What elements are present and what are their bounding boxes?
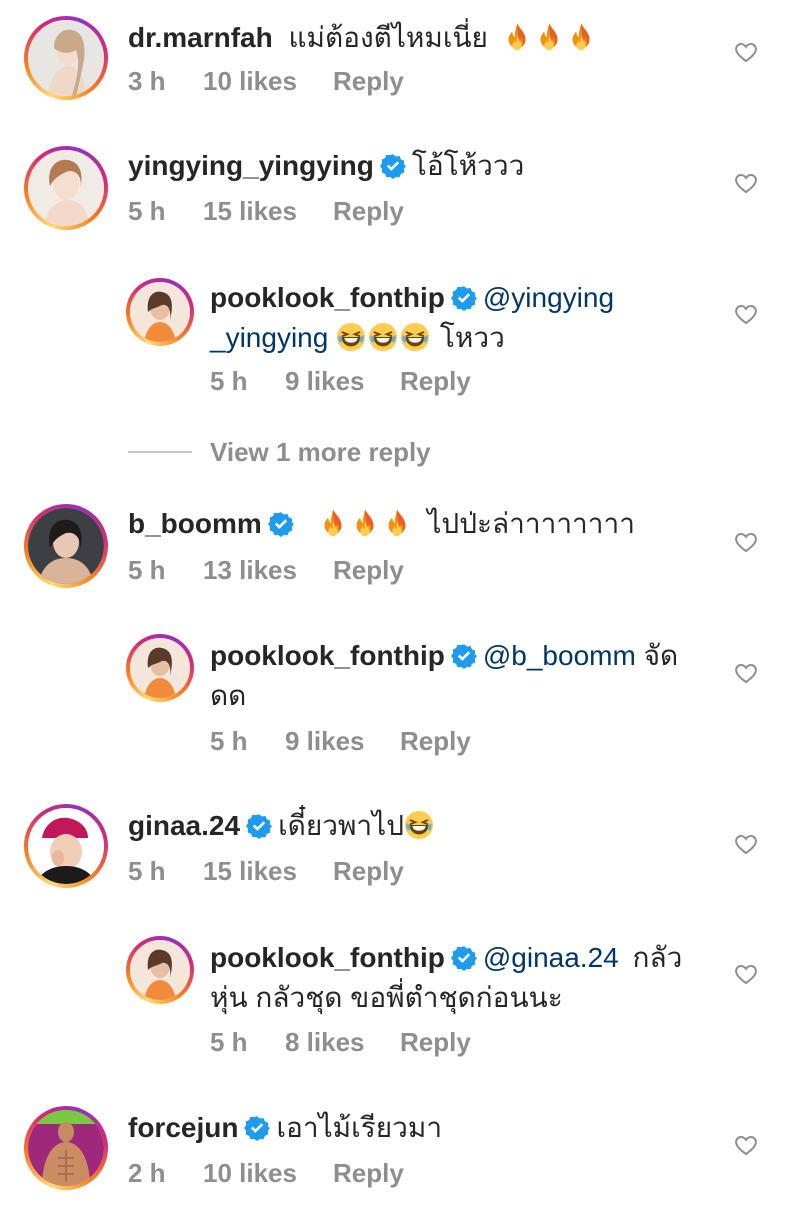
verified-badge-icon (246, 813, 272, 839)
verified-badge-icon (451, 285, 477, 311)
reply-button[interactable]: Reply (333, 553, 404, 587)
avatar[interactable] (126, 634, 194, 702)
reply-button[interactable]: Reply (333, 64, 404, 98)
username[interactable]: forcejun (128, 1112, 238, 1143)
reply-button[interactable]: Reply (333, 1156, 404, 1190)
avatar[interactable] (126, 278, 194, 346)
comment-meta: 5 h 15 likes Reply (128, 194, 404, 228)
username[interactable]: ginaa.24 (128, 810, 240, 841)
mention-link[interactable]: @b_boomm (483, 640, 636, 671)
reply-button[interactable]: Reply (333, 854, 404, 888)
heart-icon[interactable] (734, 832, 758, 856)
heart-icon[interactable] (734, 40, 758, 64)
comment-meta: 5 h 8 likes Reply (210, 1025, 471, 1059)
view-more-label[interactable]: View 1 more reply (210, 437, 431, 468)
reply-button[interactable]: Reply (400, 364, 471, 398)
username[interactable]: pooklook_fonthip (210, 942, 445, 973)
like-count[interactable]: 10 likes (203, 1156, 333, 1190)
fire-emoji-icon (382, 508, 412, 538)
comment-text: โหวว (439, 322, 505, 353)
heart-icon[interactable] (734, 1133, 758, 1157)
username[interactable]: pooklook_fonthip (210, 640, 445, 671)
heart-icon[interactable] (734, 171, 758, 195)
comment-meta: 3 h 10 likes Reply (128, 64, 404, 98)
comment-text: แม่ต้องตีไหมเนี่ย (288, 22, 488, 53)
heart-icon[interactable] (734, 530, 758, 554)
comment-text: กลัว (632, 942, 683, 973)
avatar[interactable] (126, 936, 194, 1004)
comment-text: เอาไม้เรียวมา (276, 1112, 443, 1143)
divider-line (128, 451, 192, 453)
comment-meta: 2 h 10 likes Reply (128, 1156, 404, 1190)
reply-button[interactable]: Reply (333, 194, 404, 228)
comment-text-continued: ดด (210, 680, 247, 711)
verified-badge-icon (451, 945, 477, 971)
verified-badge-icon (451, 643, 477, 669)
username[interactable]: pooklook_fonthip (210, 282, 445, 313)
verified-badge-icon (268, 511, 294, 537)
comment-text: ไปป่ะล่าาาาาาาา (427, 508, 635, 539)
comment-text: เดี๋ยวพาไป (278, 810, 404, 841)
fire-emoji-icon (350, 508, 380, 538)
laugh-emoji-icon (400, 322, 430, 352)
verified-badge-icon (244, 1115, 270, 1141)
avatar[interactable] (24, 804, 108, 888)
laugh-emoji-icon (368, 322, 398, 352)
like-count[interactable]: 13 likes (203, 553, 333, 587)
avatar[interactable] (24, 1106, 108, 1190)
mention-link[interactable]: @ginaa.24 (483, 942, 619, 973)
comment-time: 5 h (128, 856, 166, 886)
fire-emoji-icon (534, 22, 564, 52)
comment-text-continued: หุ่น กลัวชุด ขอพี่ตำชุดก่อนนะ (210, 982, 563, 1013)
avatar[interactable] (24, 16, 108, 100)
comment-time: 5 h (210, 726, 248, 756)
comment-time: 5 h (128, 555, 166, 585)
username[interactable]: dr.marnfah (128, 22, 273, 53)
mention-link[interactable]: _yingying (210, 322, 328, 353)
comment-time: 5 h (210, 1027, 248, 1057)
heart-icon[interactable] (734, 661, 758, 685)
like-count[interactable]: 10 likes (203, 64, 333, 98)
comment-meta: 5 h 9 likes Reply (210, 724, 471, 758)
avatar[interactable] (24, 146, 108, 230)
comment-time: 3 h (128, 66, 166, 96)
verified-badge-icon (380, 153, 406, 179)
comment-time: 2 h (128, 1158, 166, 1188)
comment-meta: 5 h 15 likes Reply (128, 854, 404, 888)
like-count[interactable]: 9 likes (285, 724, 400, 758)
like-count[interactable]: 15 likes (203, 194, 333, 228)
heart-icon[interactable] (734, 302, 758, 326)
heart-icon[interactable] (734, 962, 758, 986)
like-count[interactable]: 8 likes (285, 1025, 400, 1059)
comment-text: โอ้โห้ววว (411, 150, 525, 181)
username[interactable]: yingying_yingying (128, 150, 374, 181)
reply-button[interactable]: Reply (400, 724, 471, 758)
fire-emoji-icon (502, 22, 532, 52)
avatar[interactable] (24, 504, 108, 588)
comment-time: 5 h (210, 366, 248, 396)
fire-emoji-icon (566, 22, 596, 52)
fire-emoji-icon (318, 508, 348, 538)
laugh-emoji-icon (336, 322, 366, 352)
laugh-emoji-icon (404, 810, 434, 840)
comment-meta: 5 h 13 likes Reply (128, 553, 404, 587)
comment-meta: 5 h 9 likes Reply (210, 364, 471, 398)
like-count[interactable]: 15 likes (203, 854, 333, 888)
comment-text: จัด (643, 640, 679, 671)
mention-link[interactable]: @yingying (483, 282, 614, 313)
username[interactable]: b_boomm (128, 508, 262, 539)
reply-button[interactable]: Reply (400, 1025, 471, 1059)
view-more-replies-button[interactable]: View 1 more reply (128, 432, 431, 472)
like-count[interactable]: 9 likes (285, 364, 400, 398)
comment-time: 5 h (128, 196, 166, 226)
